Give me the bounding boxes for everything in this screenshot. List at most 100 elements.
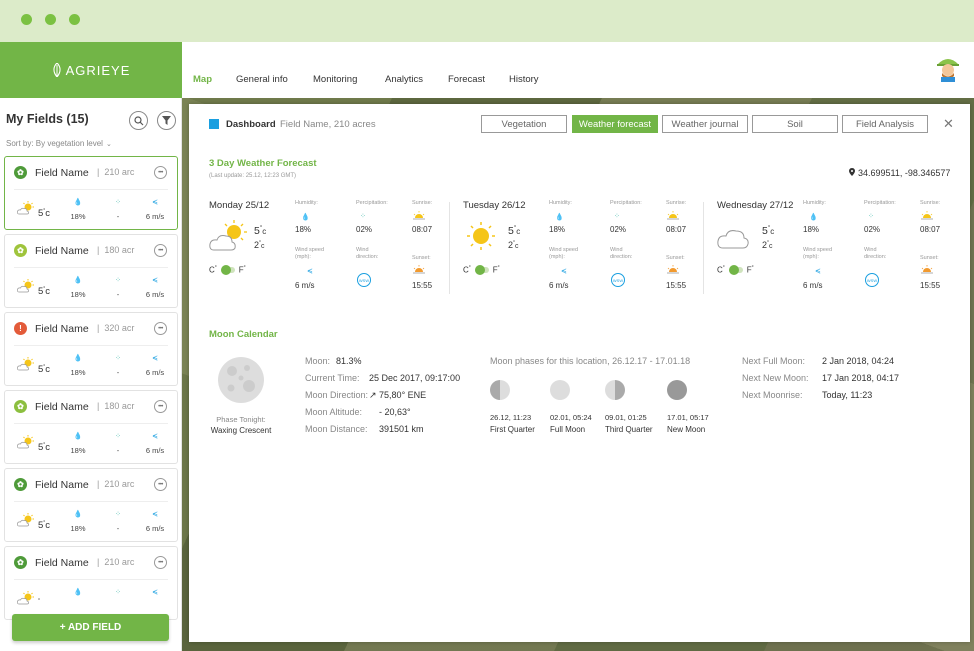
more-icon[interactable]: ••• bbox=[154, 166, 167, 179]
field-status-icon: ✿ bbox=[14, 244, 27, 257]
more-icon[interactable]: ••• bbox=[154, 322, 167, 335]
field-area-value: 180 acr bbox=[104, 245, 135, 255]
tab-field-analysis[interactable]: Field Analysis bbox=[842, 115, 928, 133]
panel-subtitle: Field Name, 210 acres bbox=[280, 119, 376, 130]
more-icon[interactable]: ••• bbox=[154, 556, 167, 569]
temp-high: 5°c bbox=[762, 225, 774, 237]
field-wind: 6 m/s bbox=[145, 524, 165, 533]
tab-map[interactable]: Map bbox=[193, 74, 212, 85]
tab-history[interactable]: History bbox=[509, 74, 539, 85]
rain-icon: ⁘ bbox=[115, 433, 121, 440]
unit-toggle[interactable]: C° F° bbox=[717, 264, 754, 275]
sun-cloud-icon bbox=[17, 201, 34, 215]
humidity-value: 18% bbox=[295, 225, 312, 234]
fields-title: My Fields (15) bbox=[6, 112, 89, 126]
window-dot[interactable] bbox=[21, 14, 32, 25]
wind-icon: ≼ bbox=[152, 511, 158, 518]
field-card[interactable]: ✿ Field Name | 210 arc ••• 5°c 💧 18% ⁘ -… bbox=[4, 468, 178, 542]
unit-toggle[interactable]: C° F° bbox=[463, 264, 500, 275]
temp-unit: c bbox=[516, 227, 521, 236]
window-dot[interactable] bbox=[45, 14, 56, 25]
humidity-label: Humidity: bbox=[803, 200, 826, 206]
moon-detail-label: Current Time: bbox=[305, 373, 360, 383]
field-area-value: 180 acr bbox=[104, 401, 135, 411]
search-icon bbox=[133, 115, 143, 125]
forecast-day: Wednesday 27/12 5°c 2°c C° F° Humidity: 💧… bbox=[717, 198, 962, 298]
toggle-switch[interactable] bbox=[728, 264, 743, 275]
wind-icon: ≼ bbox=[152, 277, 158, 284]
tab-analytics[interactable]: Analytics bbox=[385, 74, 423, 85]
fields-sidebar: My Fields (15) Sort by: By vegetation le… bbox=[0, 98, 182, 651]
tab-monitoring[interactable]: Monitoring bbox=[313, 74, 357, 85]
drop-icon: 💧 bbox=[73, 511, 83, 518]
tab-weather-forecast[interactable]: Weather forecast bbox=[572, 115, 658, 133]
close-icon[interactable]: ✕ bbox=[943, 116, 954, 132]
precip-label: Percipitation: bbox=[610, 200, 642, 206]
wind-direction-value: WSW bbox=[612, 277, 624, 283]
field-area-value: 210 arc bbox=[104, 167, 135, 177]
sort-label: Sort by: By vegetation level bbox=[6, 139, 103, 148]
window-dot[interactable] bbox=[69, 14, 80, 25]
divider bbox=[703, 202, 704, 294]
moon-phase-name: First Quarter bbox=[490, 425, 535, 434]
wind-speed-label: Wind speed (mph): bbox=[549, 247, 579, 260]
field-card[interactable]: ✿ Field Name | 180 acr ••• 5°c 💧 18% ⁘ -… bbox=[4, 390, 178, 464]
field-area-value: 320 acr bbox=[104, 323, 135, 333]
add-field-button[interactable]: + ADD FIELD bbox=[12, 614, 169, 641]
temp-low: 2°c bbox=[762, 240, 773, 250]
avatar[interactable] bbox=[936, 56, 960, 82]
more-icon[interactable]: ••• bbox=[154, 478, 167, 491]
tab-soil[interactable]: Soil bbox=[752, 115, 838, 133]
forecast-title: 3 Day Weather Forecast bbox=[209, 158, 317, 169]
more-icon[interactable]: ••• bbox=[154, 244, 167, 257]
wind-icon: ≼ bbox=[152, 355, 158, 362]
filter-button[interactable] bbox=[157, 111, 176, 130]
degree-symbol: ° bbox=[38, 598, 40, 604]
degree-symbol: ° bbox=[497, 265, 500, 271]
sunset-value: 15:55 bbox=[666, 281, 687, 290]
moon-phase-date: 09.01, 01:25 bbox=[605, 413, 647, 422]
field-card[interactable]: ! Field Name | 320 acr ••• 5°c 💧 18% ⁘ -… bbox=[4, 312, 178, 386]
fahrenheit-label: F° bbox=[493, 265, 500, 275]
tab-vegetation[interactable]: Vegetation bbox=[481, 115, 567, 133]
field-card[interactable]: ✿ Field Name | 210 arc ••• ° 💧 ⁘ ≼ bbox=[4, 546, 178, 620]
top-navigation: Map General info Monitoring Analytics Fo… bbox=[182, 42, 974, 98]
next-moon-value: 17 Jan 2018, 04:17 bbox=[822, 373, 900, 383]
moon-detail-value: - 20,63° bbox=[379, 407, 411, 417]
unit-toggle[interactable]: C° F° bbox=[209, 264, 246, 275]
sunrise-value: 08:07 bbox=[666, 225, 687, 234]
wind-speed-value: 6 m/s bbox=[549, 281, 569, 290]
tab-weather-journal[interactable]: Weather journal bbox=[662, 115, 748, 133]
sunset-icon bbox=[667, 265, 679, 274]
search-button[interactable] bbox=[129, 111, 148, 130]
next-moon-value: Today, 11:23 bbox=[822, 390, 873, 400]
toggle-switch[interactable] bbox=[474, 264, 489, 275]
app-logo[interactable]: AGRIEYE bbox=[0, 42, 182, 98]
location-text: 34.699511, -98.346577 bbox=[858, 168, 951, 178]
field-name: Field Name bbox=[35, 557, 89, 569]
field-name: Field Name bbox=[35, 245, 89, 257]
moon-calendar-title: Moon Calendar bbox=[209, 329, 278, 340]
rain-icon: ⁘ bbox=[614, 213, 620, 220]
more-icon[interactable]: ••• bbox=[154, 400, 167, 413]
moon-phase-icon bbox=[490, 380, 510, 400]
sunset-icon bbox=[413, 265, 425, 274]
tab-general-info[interactable]: General info bbox=[236, 74, 288, 85]
wind-icon: ≼ bbox=[815, 268, 821, 275]
field-temperature: 5°c bbox=[38, 286, 50, 297]
field-card[interactable]: ✿ Field Name | 210 arc ••• 5°c 💧 18% ⁘ -… bbox=[4, 156, 178, 230]
sort-dropdown[interactable]: Sort by: By vegetation level ⌄ bbox=[6, 139, 112, 148]
sunset-value: 15:55 bbox=[412, 281, 433, 290]
rain-icon: ⁘ bbox=[115, 355, 121, 362]
field-card[interactable]: ✿ Field Name | 180 acr ••• 5°c 💧 18% ⁘ -… bbox=[4, 234, 178, 308]
field-status-icon: ✿ bbox=[14, 400, 27, 413]
tab-forecast[interactable]: Forecast bbox=[448, 74, 485, 85]
divider bbox=[14, 345, 168, 346]
sunrise-label: Sunrise: bbox=[412, 200, 433, 206]
toggle-switch[interactable] bbox=[220, 264, 235, 275]
sun-cloud-icon bbox=[17, 357, 34, 371]
degree-symbol: ° bbox=[722, 265, 725, 271]
wind-speed-label: Wind speed (mph): bbox=[295, 247, 325, 260]
day-name: Wednesday 27/12 bbox=[717, 200, 794, 211]
drop-icon: 💧 bbox=[809, 214, 818, 221]
